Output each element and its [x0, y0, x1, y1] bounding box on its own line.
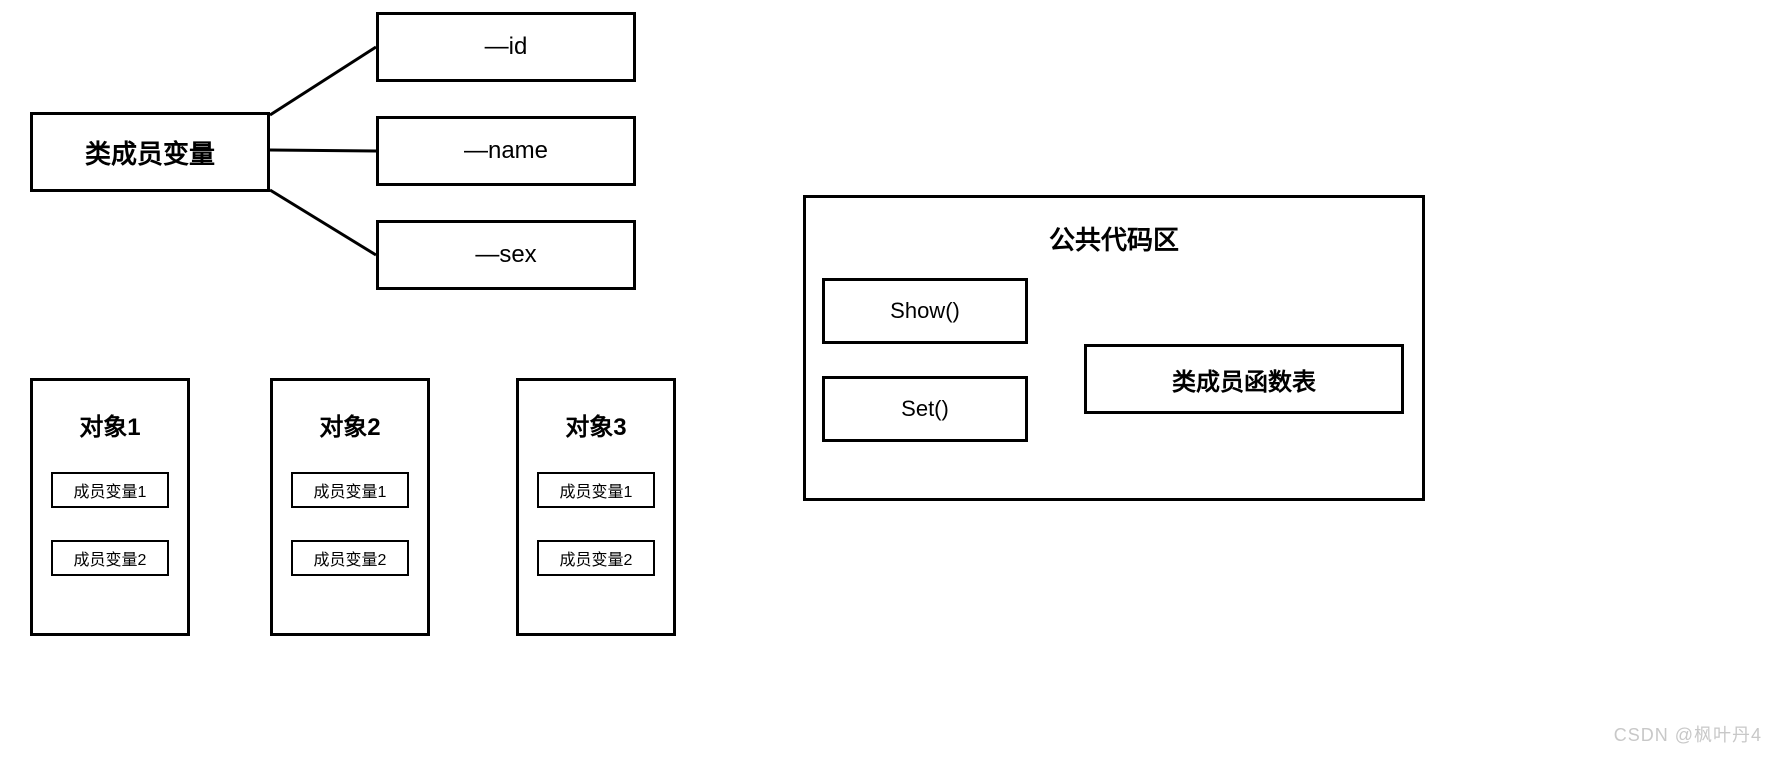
func-set-box: Set()	[822, 376, 1028, 442]
field-sex-box: —sex	[376, 220, 636, 290]
object-1-title: 对象1	[33, 407, 187, 442]
object-3-member-2: 成员变量2	[537, 540, 655, 576]
func-table-box: 类成员函数表	[1084, 344, 1404, 414]
field-name: —name	[464, 137, 548, 165]
field-id: —id	[485, 33, 528, 61]
func-set-label: Set()	[901, 396, 949, 422]
object-1-container: 对象1 成员变量1 成员变量2	[30, 378, 190, 636]
object-3-container: 对象3 成员变量1 成员变量2	[516, 378, 676, 636]
object-2-member-2: 成员变量2	[291, 540, 409, 576]
func-show-box: Show()	[822, 278, 1028, 344]
object-2-member-1: 成员变量1	[291, 472, 409, 508]
class-member-title: 类成员变量	[85, 134, 215, 171]
object-1-member-2: 成员变量2	[51, 540, 169, 576]
object-3-member-1: 成员变量1	[537, 472, 655, 508]
object-3-title: 对象3	[519, 407, 673, 442]
field-id-box: —id	[376, 12, 636, 82]
public-code-title: 公共代码区	[806, 220, 1422, 257]
func-table-label: 类成员函数表	[1172, 362, 1316, 397]
watermark: CSDN @枫叶丹4	[1614, 721, 1762, 747]
object-2-container: 对象2 成员变量1 成员变量2	[270, 378, 430, 636]
object-1-member-1: 成员变量1	[51, 472, 169, 508]
field-sex: —sex	[475, 241, 536, 269]
field-name-box: —name	[376, 116, 636, 186]
func-show-label: Show()	[890, 298, 960, 324]
class-member-title-box: 类成员变量	[30, 112, 270, 192]
object-2-title: 对象2	[273, 407, 427, 442]
